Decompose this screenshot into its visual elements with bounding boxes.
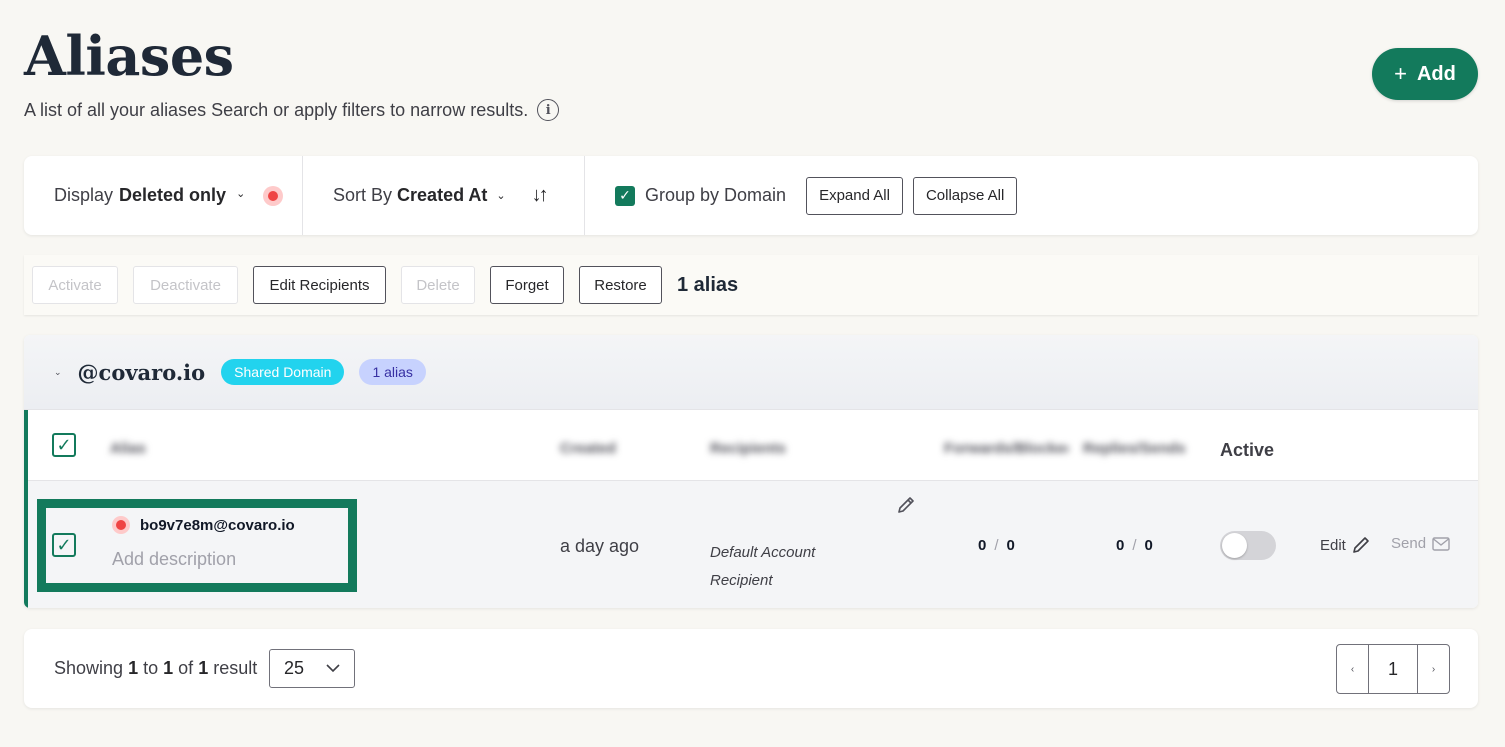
select-all-checkbox[interactable]: ✓ [52, 433, 76, 457]
domain-group: ⌄ @covaro.io Shared Domain 1 alias ✓ Ali… [24, 335, 1478, 608]
to-word: to [143, 658, 159, 678]
blocked-count: 0 [1006, 537, 1015, 554]
page-title: Aliases [24, 24, 234, 88]
results-summary: Showing 1 to 1 of 1 result [54, 658, 257, 679]
next-page-button[interactable]: › [1417, 645, 1449, 693]
active-toggle[interactable] [1220, 531, 1276, 560]
sort-filter: Sort By Created At ⌄ ↓↑ [303, 156, 585, 235]
delete-button[interactable]: Delete [401, 266, 475, 304]
group-by-domain-checkbox[interactable]: ✓ [615, 185, 635, 206]
plus-icon: + [1394, 61, 1407, 86]
chevron-down-icon[interactable]: ⌄ [54, 367, 62, 378]
chevron-down-icon: ⌄ [236, 188, 246, 200]
to-number: 1 [163, 658, 174, 678]
forwards-count: 0 [978, 537, 987, 554]
sort-value: Created At [397, 185, 488, 205]
expand-all-button[interactable]: Expand All [806, 176, 903, 215]
edit-recipients-pencil-icon[interactable] [896, 495, 916, 520]
table-header: ✓ Alias Created Recipients Forwards/Bloc… [28, 410, 1478, 481]
alias-email[interactable]: bo9v7e8m@covaro.io [112, 516, 295, 534]
sends-count: 0 [1144, 537, 1153, 554]
activate-button[interactable]: Activate [32, 266, 118, 304]
previous-page-button[interactable]: ‹ [1337, 645, 1369, 693]
alias-email-text: bo9v7e8m@covaro.io [140, 516, 295, 534]
send-label: Send [1391, 535, 1427, 552]
recipient-line-2: Recipient [710, 572, 773, 589]
selected-count: 1 alias [677, 273, 739, 296]
column-recipients[interactable]: Recipients [710, 440, 786, 457]
description-field[interactable]: Add description [112, 549, 236, 570]
sort-direction-icon[interactable]: ↓↑ [532, 184, 549, 207]
deleted-status-dot [263, 185, 284, 206]
per-page-select[interactable]: 25 [269, 649, 355, 688]
table-row: ✓ bo9v7e8m@covaro.io Add description a d… [28, 481, 1478, 608]
column-created[interactable]: Created [560, 440, 616, 457]
display-prefix: Display [54, 185, 114, 205]
column-active[interactable]: Active [1220, 440, 1274, 461]
highlight-frame [37, 499, 357, 592]
page-navigator: ‹ 1 › [1336, 644, 1450, 694]
bulk-action-bar: Activate Deactivate Edit Recipients Dele… [24, 255, 1478, 315]
subtitle-text: A list of all your aliases Search or app… [24, 99, 529, 120]
edit-label: Edit [1320, 536, 1346, 554]
add-alias-button[interactable]: + Add [1372, 48, 1478, 100]
deleted-status-dot [112, 516, 130, 534]
collapse-all-button[interactable]: Collapse All [912, 176, 1018, 215]
edit-recipients-button[interactable]: Edit Recipients [253, 266, 386, 304]
chevron-down-icon: ⌄ [496, 190, 506, 202]
domain-name: @covaro.io [77, 359, 206, 385]
sort-prefix: Sort By [333, 185, 393, 205]
recipient-line-1: Default Account [710, 544, 816, 561]
from-number: 1 [128, 658, 139, 678]
deactivate-button[interactable]: Deactivate [133, 266, 238, 304]
current-page[interactable]: 1 [1369, 645, 1417, 693]
shared-domain-badge: Shared Domain [221, 359, 345, 385]
total-number: 1 [198, 658, 209, 678]
forwards-blocked-stat: 0/0 [978, 537, 1015, 554]
page-subtitle: A list of all your aliases Search or app… [24, 99, 560, 121]
group-by-section: ✓ Group by Domain Expand All Collapse Al… [585, 176, 1018, 215]
created-time: a day ago [560, 536, 640, 556]
pencil-icon [1353, 537, 1369, 553]
info-icon[interactable]: i [537, 99, 560, 121]
column-forwards[interactable]: Forwards/Blocked [944, 440, 1068, 457]
display-value: Deleted only [119, 185, 227, 205]
group-by-label: Group by Domain [645, 185, 787, 205]
envelope-icon [1432, 536, 1450, 551]
showing-prefix: Showing [54, 658, 124, 678]
restore-button[interactable]: Restore [579, 266, 662, 304]
alias-count-badge: 1 alias [359, 359, 426, 385]
replies-sends-stat: 0/0 [1116, 537, 1153, 554]
of-word: of [178, 658, 194, 678]
per-page-value: 25 [284, 658, 305, 678]
column-alias[interactable]: Alias [110, 440, 146, 457]
chevron-down-icon [326, 664, 340, 673]
recipient-label: Default Account Recipient [710, 539, 815, 595]
edit-alias-button[interactable]: Edit [1320, 535, 1371, 555]
replies-count: 0 [1116, 537, 1125, 554]
domain-group-header[interactable]: ⌄ @covaro.io Shared Domain 1 alias [24, 335, 1478, 410]
forget-button[interactable]: Forget [490, 266, 564, 304]
add-label: Add [1416, 62, 1456, 85]
pagination-bar: Showing 1 to 1 of 1 result 25 ‹ 1 › [24, 629, 1478, 708]
send-from-alias-button[interactable]: Send [1391, 535, 1450, 552]
sort-dropdown[interactable]: Sort By Created At ⌄ [333, 185, 506, 206]
alias-table: ✓ Alias Created Recipients Forwards/Bloc… [24, 410, 1478, 608]
display-filter[interactable]: Display Deleted only ⌄ [24, 156, 303, 235]
result-word: result [213, 658, 258, 678]
filter-bar: Display Deleted only ⌄ Sort By Created A… [24, 156, 1478, 235]
column-replies[interactable]: Replies/Sends [1083, 440, 1205, 457]
